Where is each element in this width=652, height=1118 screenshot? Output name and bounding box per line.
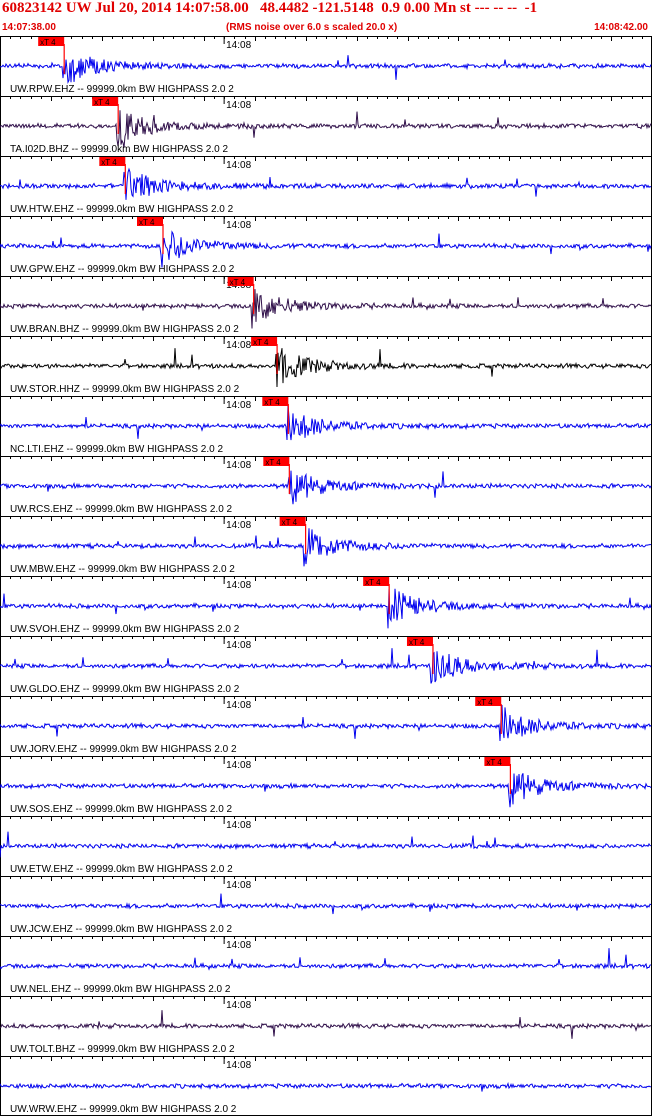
waveform [0, 588, 652, 629]
waveform [0, 893, 652, 915]
minute-label: 14:08 [226, 40, 251, 51]
seismogram-panel: 14:08 xT 4 UW.RPW.EHZ -- 99999.0km BW HIGH… [0, 36, 652, 1118]
waveform [0, 831, 652, 858]
station-label: UW.WRW.EHZ -- 99999.0km BW HIGHPASS 2.0 … [10, 1104, 237, 1115]
trace-row: 14:08xT 4UW.BRAN.BHZ -- 99999.0km BW HIG… [0, 276, 652, 335]
trace-row: 14:08 xT 4 TA.I02D.BHZ -- 99999.0km BW HIG… [0, 96, 652, 155]
pick-label: xT 4 [139, 218, 155, 227]
station-label: UW.HTW.EHZ -- 99999.0km BW HIGHPASS 2.0 … [10, 204, 234, 215]
minute-label: 14:08 [226, 1000, 251, 1011]
minute-label: 14:08 [226, 1060, 251, 1071]
station-label: UW.RCS.EHZ -- 99999.0km BW HIGHPASS 2.0 … [10, 504, 233, 515]
trace-row: 14:08 xT 4 UW.SVOH.EHZ -- 99999.0km BW HIG… [0, 576, 652, 635]
minute-label: 14:08 [226, 880, 251, 891]
minute-label: 14:08 [226, 400, 251, 411]
waveform [0, 470, 652, 505]
station-label: UW.RPW.EHZ -- 99999.0km BW HIGHPASS 2.0 … [10, 84, 234, 95]
pick-label: xT 4 [253, 338, 269, 347]
station-label: UW.ETW.EHZ -- 99999.0km BW HIGHPASS 2.0 … [10, 864, 233, 875]
station-label: UW.SVOH.EHZ -- 99999.0km BW HIGHPASS 2.0… [10, 624, 240, 635]
minute-label: 14:08 [226, 940, 251, 951]
pick-label: xT 4 [477, 698, 493, 707]
pick-label: xT 4 [409, 638, 425, 647]
station-label: UW.TOLT.BHZ -- 99999.0km BW HIGHPASS 2.0… [10, 1044, 235, 1055]
event-title: 60823142 UW Jul 20, 2014 14:07:58.00 48.… [2, 0, 538, 16]
start-time: 14:07:38.00 [2, 22, 56, 33]
station-label: UW.NEL.EHZ -- 99999.0km BW HIGHPASS 2.0 … [10, 984, 231, 995]
seismogram-traces: 14:08xT 4UW.RPW.EHZ -- 99999.0km BW HIGH… [0, 36, 652, 1116]
waveform [0, 648, 652, 684]
waveform [0, 1010, 652, 1039]
waveform [0, 167, 652, 200]
pick-label: xT 4 [94, 98, 110, 107]
trace-row: 14:08 xT 4 UW.RCS.EHZ -- 99999.0km BW HIGH… [0, 456, 652, 515]
trace-row: 14:08 xT 4 UW.GLDO.EHZ -- 99999.0km BW HIG… [0, 636, 652, 695]
minute-label: 14:08 [226, 460, 251, 471]
pick-label: xT 4 [101, 158, 117, 167]
minute-label: 14:08 [226, 160, 251, 171]
scaling-note: (RMS noise over 6.0 s scaled 20.0 x) [226, 22, 398, 33]
trace-row: 14:08 UW.TOLT.BHZ -- 99999.0km BW HIGHPAS… [0, 996, 652, 1055]
waveform [0, 404, 652, 441]
waveform [0, 704, 652, 742]
trace-row: 14:08 UW.ETW.EHZ -- 99999.0km BW HIGHPASS… [0, 816, 652, 875]
end-time: 14:08:42.00 [594, 22, 648, 33]
station-label: UW.STOR.HHZ -- 99999.0km BW HIGHPASS 2.0… [10, 384, 240, 395]
pick-label: xT 4 [230, 278, 246, 287]
trace-row: 14:08 UW.WRW.EHZ -- 99999.0km BW HIGHPASS… [0, 1056, 652, 1115]
minute-label: 14:08 [226, 220, 251, 231]
waveform [0, 528, 652, 567]
trace-row: 14:08 xT 4 NC.LTI.EHZ -- 99999.0km BW HIGH… [0, 396, 652, 455]
pick-label: xT 4 [365, 578, 381, 587]
minute-label: 14:08 [226, 100, 251, 111]
waveform [0, 230, 652, 268]
station-label: UW.GPW.EHZ -- 99999.0km BW HIGHPASS 2.0 … [10, 264, 235, 275]
trace-row: 14:08 xT 4 UW.GPW.EHZ -- 99999.0km BW HIGH… [0, 216, 652, 275]
minute-label: 14:08 [226, 820, 251, 831]
trace-row: 14:08 xT 4 UW.HTW.EHZ -- 99999.0km BW HIGH… [0, 156, 652, 215]
station-label: UW.JORV.EHZ -- 99999.0km BW HIGHPASS 2.0… [10, 744, 237, 755]
waveform [0, 348, 652, 388]
pick-label: xT 4 [282, 518, 298, 527]
station-label: TA.I02D.BHZ -- 99999.0km BW HIGHPASS 2.0… [10, 144, 228, 155]
station-label: NC.LTI.EHZ -- 99999.0km BW HIGHPASS 2.0 … [10, 444, 223, 455]
station-label: UW.BRAN.BHZ -- 99999.0km BW HIGHPASS 2.0… [10, 324, 239, 335]
station-label: UW.MBW.EHZ -- 99999.0km BW HIGHPASS 2.0 … [10, 564, 235, 575]
pick-label: xT 4 [486, 758, 502, 767]
station-label: UW.SOS.EHZ -- 99999.0km BW HIGHPASS 2.0 … [10, 804, 233, 815]
trace-row: 14:08 xT 4 UW.RPW.EHZ -- 99999.0km BW HIGH… [0, 36, 652, 95]
waveform [0, 289, 652, 329]
station-label: UW.JCW.EHZ -- 99999.0km BW HIGHPASS 2.0 … [10, 924, 233, 935]
trace-row: 14:08 UW.NEL.EHZ -- 99999.0km BW HIGHPASS… [0, 936, 652, 995]
trace-row: 14:08 UW.JCW.EHZ -- 99999.0km BW HIGHPASS… [0, 876, 652, 935]
waveform [0, 110, 652, 148]
minute-label: 14:08 [226, 520, 251, 531]
trace-row: 14:08 xT 4 UW.STOR.HHZ -- 99999.0km BW HIG… [0, 336, 652, 395]
minute-label: 14:08 [226, 580, 251, 591]
trace-row: 14:08 xT 4 UW.SOS.EHZ -- 99999.0km BW HIGH… [0, 756, 652, 815]
station-label: UW.GLDO.EHZ -- 99999.0km BW HIGHPASS 2.0… [10, 684, 240, 695]
minute-label: 14:08 [226, 640, 251, 651]
pick-label: xT 4 [264, 398, 280, 407]
waveform [0, 1082, 651, 1092]
waveform [0, 948, 652, 971]
waveform [0, 773, 652, 808]
waveform [0, 55, 652, 84]
trace-row: 14:08 xT 4 UW.MBW.EHZ -- 99999.0km BW HIGH… [0, 516, 652, 575]
pick-label: xT 4 [40, 38, 56, 47]
minute-label: 14:08 [226, 340, 251, 351]
pick-label: xT 4 [265, 458, 281, 467]
record-header: 60823142 UW Jul 20, 2014 14:07:58.00 48.… [0, 0, 652, 36]
trace-row: 14:08 xT 4 UW.JORV.EHZ -- 99999.0km BW HIG… [0, 696, 652, 755]
minute-label: 14:08 [226, 760, 251, 771]
minute-label: 14:08 [226, 700, 251, 711]
